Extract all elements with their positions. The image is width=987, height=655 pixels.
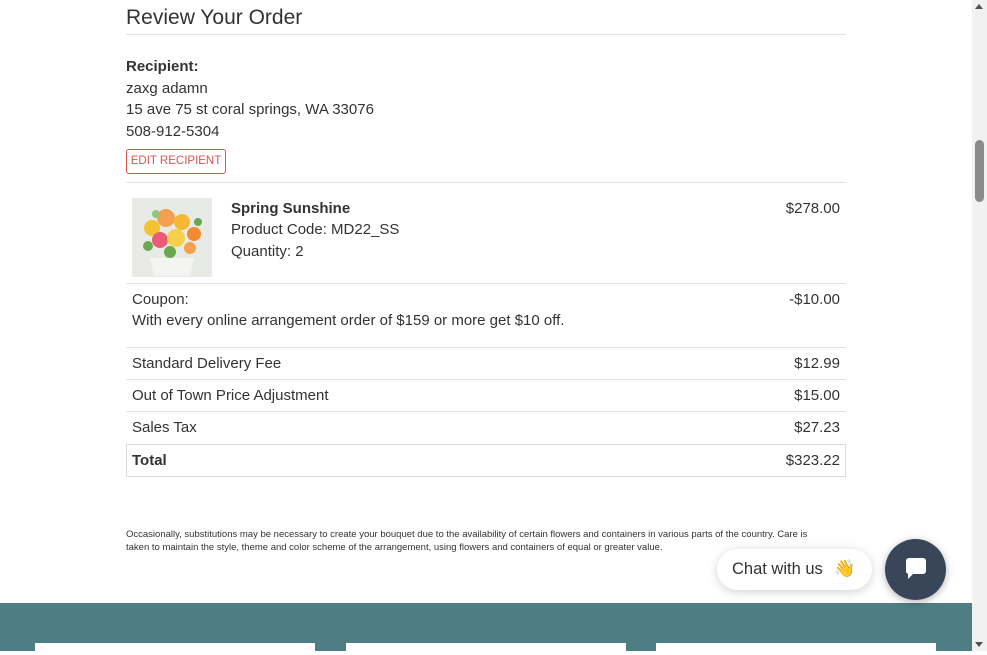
coupon-description: With every online arrangement order of $…	[132, 312, 565, 329]
recipient-address: 15 ave 75 st coral springs, WA 33076	[126, 101, 374, 118]
product-code: Product Code: MD22_SS	[231, 221, 400, 238]
total-amount: $323.22	[785, 452, 840, 469]
scrollbar-thumb[interactable]	[975, 140, 984, 202]
scroll-down-arrow-icon[interactable]	[975, 642, 983, 647]
coupon-amount: -$10.00	[789, 291, 840, 308]
fee-label: Out of Town Price Adjustment	[132, 387, 329, 404]
substitution-disclaimer: Occasionally, substitutions may be neces…	[126, 529, 808, 553]
footer-card	[35, 643, 315, 655]
coupon-label: Coupon:	[132, 291, 189, 308]
page-title: Review Your Order	[126, 6, 303, 29]
chat-launcher-button[interactable]	[885, 539, 946, 600]
scroll-up-arrow-icon[interactable]	[975, 4, 983, 9]
chat-prompt-label: Chat with us	[732, 560, 823, 578]
row-divider	[126, 411, 846, 412]
recipient-block: Recipient: zaxg adamn 15 ave 75 st coral…	[126, 56, 374, 142]
product-name: Spring Sunshine	[231, 200, 351, 217]
fee-amount: $12.99	[794, 355, 840, 372]
recipient-name: zaxg adamn	[126, 79, 208, 97]
row-divider	[126, 347, 846, 348]
footer-band	[0, 603, 972, 655]
vertical-scrollbar[interactable]	[972, 0, 987, 651]
product-quantity: Quantity: 2	[231, 243, 304, 260]
chat-with-us-prompt[interactable]: Chat with us 👋	[717, 549, 872, 590]
product-image	[132, 198, 212, 277]
footer-card	[346, 643, 626, 655]
fee-amount: $27.23	[794, 419, 840, 436]
total-row	[126, 444, 846, 477]
chat-bubble-icon	[906, 558, 926, 579]
row-divider	[126, 182, 846, 183]
title-divider	[126, 34, 846, 35]
row-divider	[126, 379, 846, 380]
total-label: Total	[132, 452, 167, 469]
fee-amount: $15.00	[794, 387, 840, 404]
row-divider	[126, 283, 846, 284]
waving-hand-icon: 👋	[834, 559, 856, 578]
recipient-phone: 508-912-5304	[126, 122, 220, 140]
checkout-page: Review Your Order Recipient: zaxg adamn …	[0, 0, 972, 655]
fee-label: Standard Delivery Fee	[132, 355, 282, 372]
footer-card	[656, 643, 936, 655]
recipient-label: Recipient:	[126, 58, 199, 75]
edit-recipient-button[interactable]: EDIT RECIPIENT	[126, 149, 226, 174]
fee-label: Sales Tax	[132, 419, 197, 436]
product-price: $278.00	[785, 200, 840, 217]
